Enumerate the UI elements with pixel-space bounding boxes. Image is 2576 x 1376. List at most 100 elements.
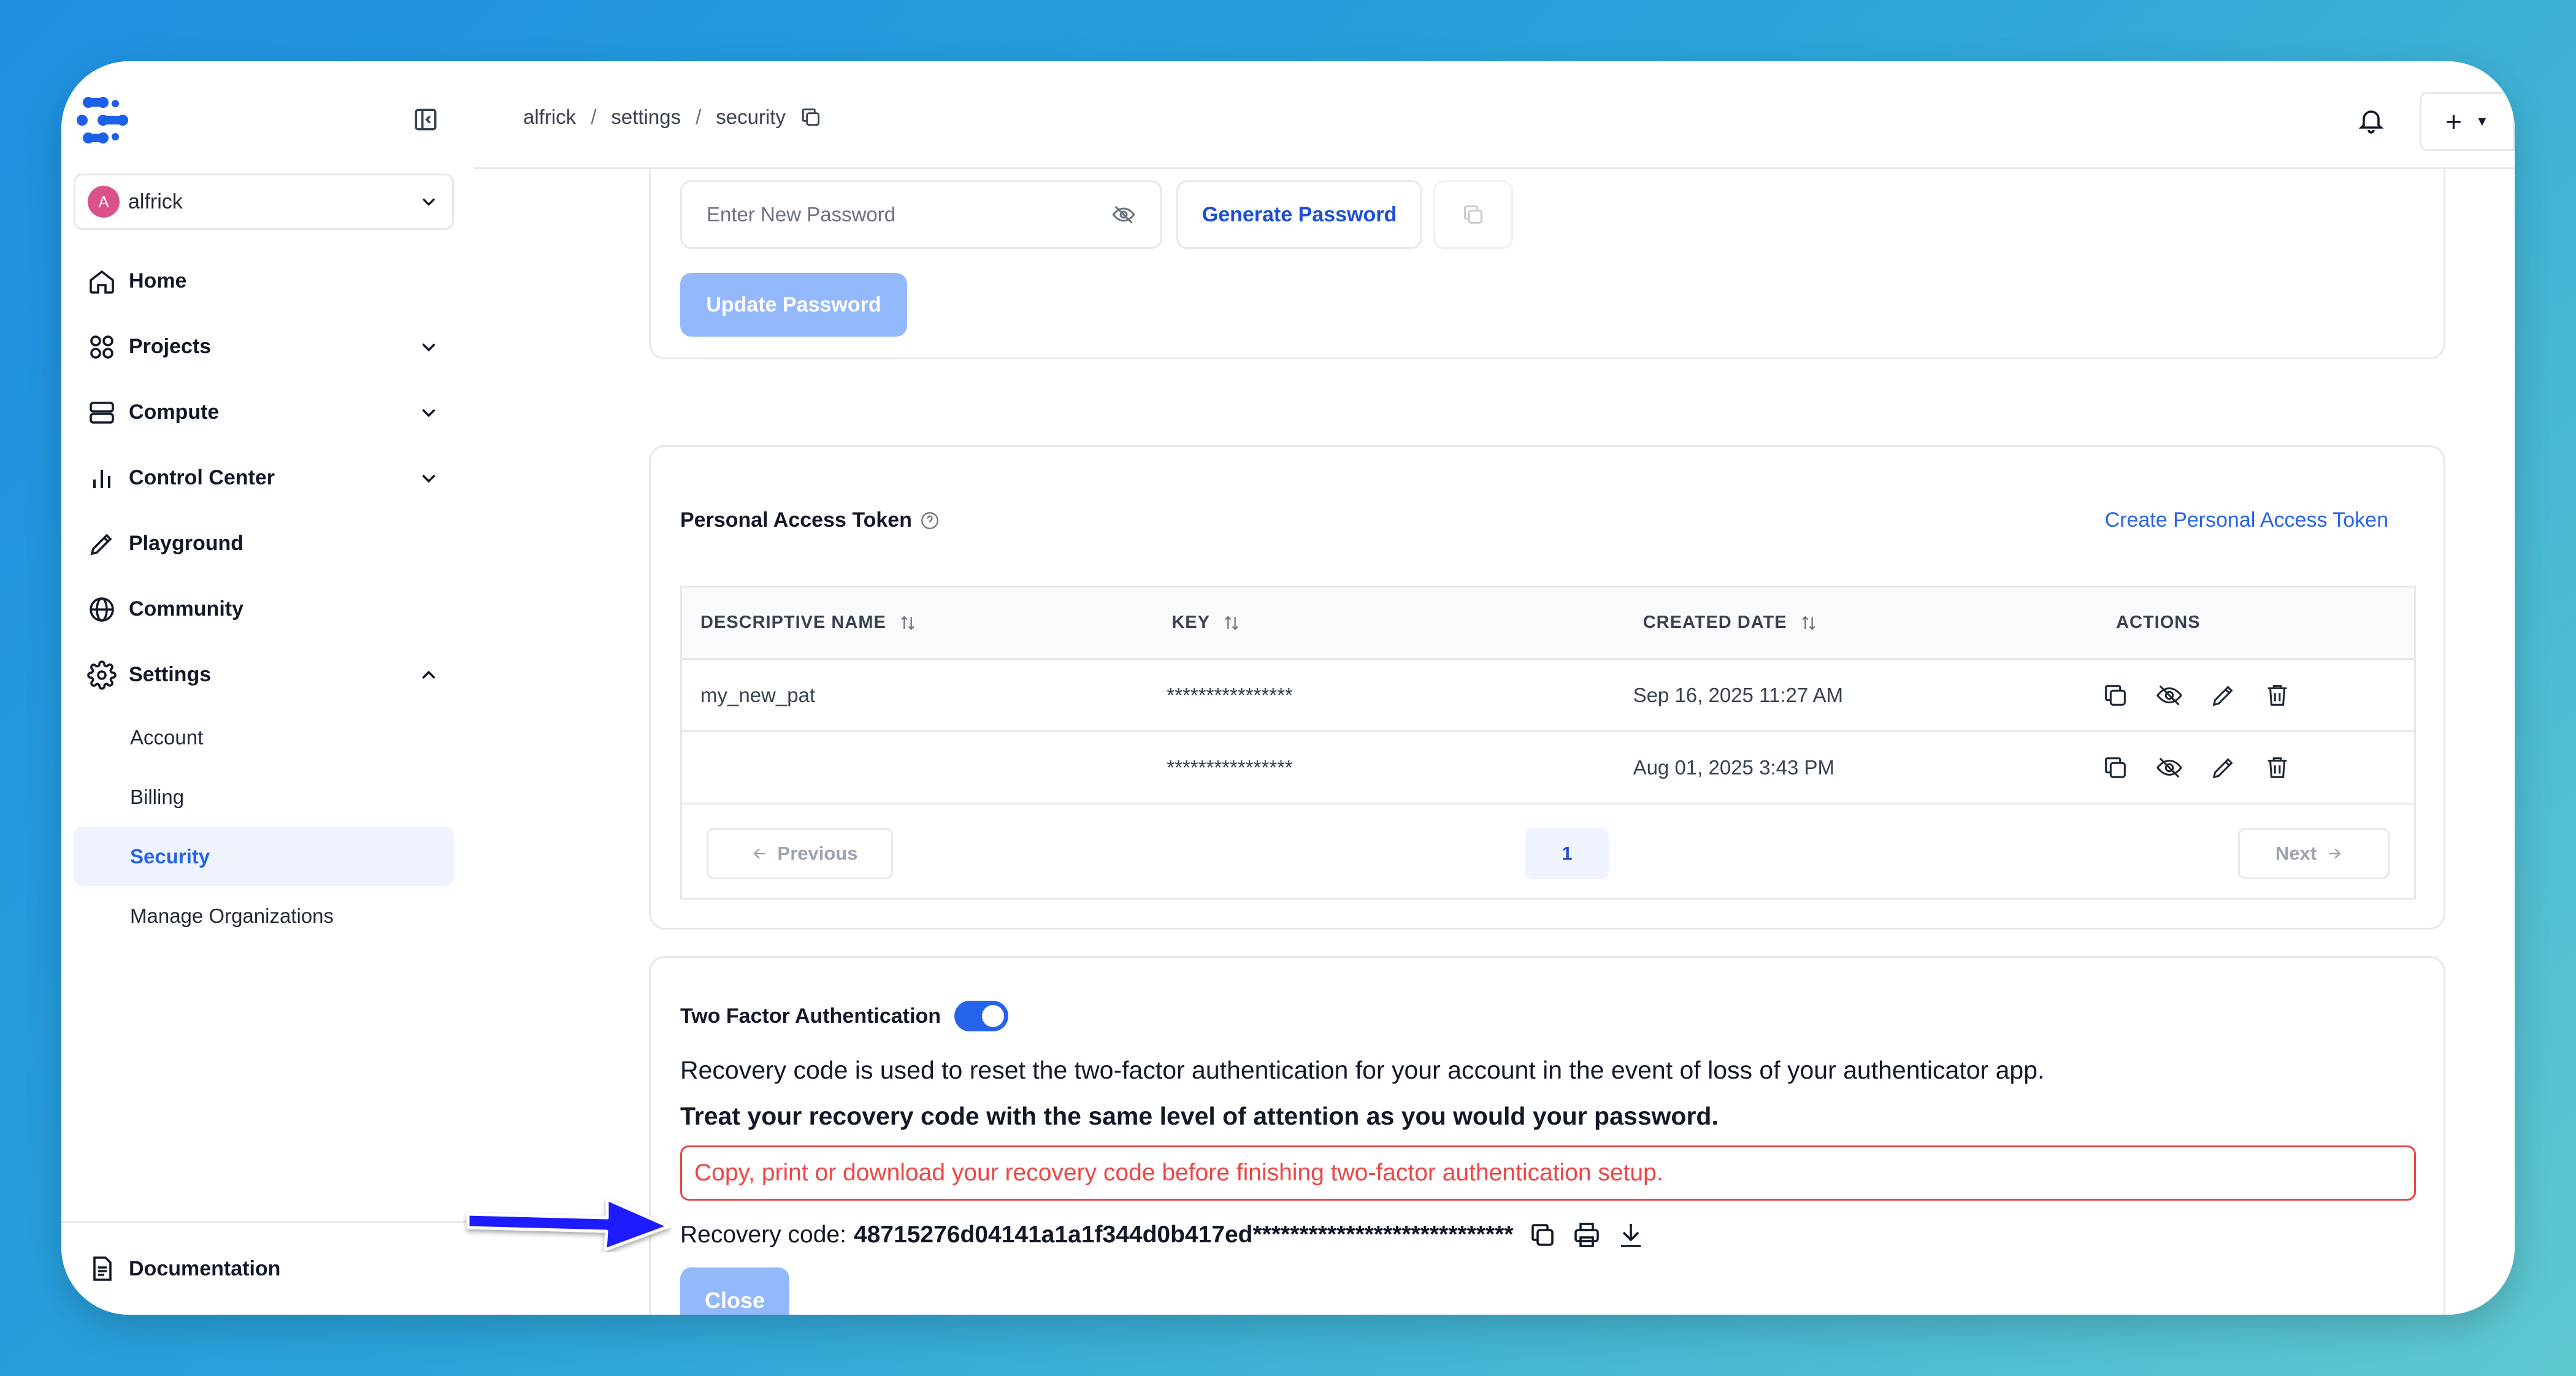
sidebar-item-settings[interactable]: Settings xyxy=(74,642,454,708)
page-number-button[interactable]: 1 xyxy=(1525,828,1609,879)
recovery-code-row: Recovery code: 48715276d04141a1a1f344d0b… xyxy=(680,1220,1646,1250)
sidebar-item-manage-organizations[interactable]: Manage Organizations xyxy=(74,886,454,946)
logo-icon[interactable] xyxy=(75,95,131,145)
sidebar-item-community[interactable]: Community xyxy=(74,576,454,642)
copy-icon[interactable] xyxy=(799,105,822,129)
table-row: my_new_pat **************** Sep 16, 2025… xyxy=(682,660,2414,732)
eye-off-icon[interactable] xyxy=(2155,681,2183,709)
documentation-label: Documentation xyxy=(129,1256,281,1280)
previous-page-button[interactable]: Previous xyxy=(707,828,893,879)
breadcrumb: alfrick / settings / security xyxy=(523,105,822,129)
password-placeholder: Enter New Password xyxy=(707,203,896,226)
sidebar-item-playground[interactable]: Playground xyxy=(74,511,454,576)
collapse-sidebar-icon[interactable] xyxy=(413,107,439,132)
sidebar-item-label: Projects xyxy=(129,335,212,358)
tfa-title: Two Factor Authentication xyxy=(680,1001,1008,1031)
next-page-button[interactable]: Next xyxy=(2238,828,2390,879)
row-actions xyxy=(2083,681,2414,709)
sidebar-item-control-center[interactable]: Control Center xyxy=(74,445,454,511)
add-button[interactable]: + ▼ xyxy=(2420,92,2515,151)
sort-icon[interactable] xyxy=(1798,613,1819,633)
create-pat-link[interactable]: Create Personal Access Token xyxy=(2105,508,2388,532)
pagination: Previous 1 Next xyxy=(682,805,2414,903)
edit-icon[interactable] xyxy=(2209,754,2237,782)
document-icon xyxy=(93,1256,112,1281)
app-window: A alfrick Home Projects Compute Control … xyxy=(61,61,2515,1315)
pat-title-label: Personal Access Token xyxy=(680,508,912,532)
sidebar-item-security[interactable]: Security xyxy=(74,827,454,886)
tfa-warning: Treat your recovery code with the same l… xyxy=(680,1102,1719,1130)
sidebar-item-projects[interactable]: Projects xyxy=(74,314,454,380)
trash-icon[interactable] xyxy=(2263,754,2291,782)
sort-icon[interactable] xyxy=(897,613,918,633)
copy-icon xyxy=(1464,205,1482,224)
annotation-arrow-icon xyxy=(466,1198,670,1252)
breadcrumb-item: security xyxy=(716,105,786,128)
plus-icon: + xyxy=(2445,105,2463,137)
personal-access-token-card: Personal Access Token Create Personal Ac… xyxy=(649,445,2445,930)
edit-icon[interactable] xyxy=(2209,681,2237,709)
server-icon xyxy=(90,401,114,424)
arrow-left-icon xyxy=(753,848,765,859)
sidebar-item-label: Control Center xyxy=(129,466,275,489)
close-button[interactable]: Close xyxy=(680,1267,789,1315)
sidebar-item-label: Compute xyxy=(129,400,220,424)
column-header-actions: ACTIONS xyxy=(2098,613,2414,633)
token-created-date: Sep 16, 2025 11:27 AM xyxy=(1633,683,1844,706)
organization-name: alfrick xyxy=(128,189,183,213)
sidebar-item-documentation[interactable]: Documentation xyxy=(61,1221,472,1315)
recovery-code-value: 48715276d04141a1a1f344d0b417ed**********… xyxy=(853,1221,1514,1248)
sidebar-item-compute[interactable]: Compute xyxy=(74,380,454,445)
topbar: alfrick / settings / security + ▼ xyxy=(474,61,2515,169)
chevron-down-icon xyxy=(422,343,435,351)
home-icon xyxy=(90,270,114,294)
eye-off-icon[interactable] xyxy=(2155,754,2183,782)
sidebar-item-billing[interactable]: Billing xyxy=(74,767,454,827)
trash-icon[interactable] xyxy=(2263,681,2291,709)
tfa-alert: Copy, print or download your recovery co… xyxy=(680,1145,2416,1201)
grid-icon xyxy=(90,335,113,359)
caret-down-icon: ▼ xyxy=(2475,113,2489,129)
main-content: Enter New Password Generate Password Upd… xyxy=(474,169,2515,1315)
column-label: KEY xyxy=(1171,613,1210,632)
column-header-key[interactable]: KEY xyxy=(1153,613,1624,633)
gear-icon xyxy=(87,660,117,690)
printer-icon[interactable] xyxy=(1572,1220,1601,1250)
chevron-down-icon xyxy=(422,198,435,206)
organization-select[interactable]: A alfrick xyxy=(74,174,454,230)
bell-icon[interactable] xyxy=(2356,105,2386,135)
password-card: Enter New Password Generate Password Upd… xyxy=(649,169,2445,359)
tfa-title-label: Two Factor Authentication xyxy=(680,1004,941,1028)
tfa-toggle[interactable] xyxy=(954,1001,1008,1031)
sidebar-nav: Home Projects Compute Control Center Pla… xyxy=(74,248,454,946)
copy-icon[interactable] xyxy=(2101,754,2129,782)
sort-icon[interactable] xyxy=(1221,613,1242,633)
help-circle-icon[interactable] xyxy=(919,510,940,531)
globe-icon xyxy=(90,597,114,622)
copy-icon[interactable] xyxy=(2101,681,2129,709)
eye-off-icon[interactable] xyxy=(1111,202,1136,227)
sidebar-item-home[interactable]: Home xyxy=(74,248,454,314)
breadcrumb-item[interactable]: alfrick xyxy=(523,105,576,129)
tfa-alert-text: Copy, print or download your recovery co… xyxy=(694,1160,1663,1186)
chevron-up-icon xyxy=(422,670,435,679)
column-header-created-date[interactable]: CREATED DATE xyxy=(1625,613,2098,633)
next-label: Next xyxy=(2275,843,2317,864)
sidebar-item-label: Home xyxy=(129,269,187,292)
chevron-down-icon xyxy=(422,474,435,483)
table-header: DESCRIPTIVE NAME KEY CREATED DATE ACTION… xyxy=(682,587,2414,660)
copy-password-button[interactable] xyxy=(1433,180,1513,249)
column-label: ACTIONS xyxy=(2116,613,2201,632)
breadcrumb-item[interactable]: settings xyxy=(611,105,681,129)
new-password-field[interactable]: Enter New Password xyxy=(680,180,1162,249)
download-icon[interactable] xyxy=(1616,1220,1646,1250)
pencil-icon xyxy=(90,533,112,555)
update-password-button[interactable]: Update Password xyxy=(680,273,907,337)
sidebar-item-account[interactable]: Account xyxy=(74,708,454,767)
copy-icon[interactable] xyxy=(1528,1220,1557,1250)
column-header-name[interactable]: DESCRIPTIVE NAME xyxy=(682,613,1153,633)
sidebar-item-label: Playground xyxy=(129,532,244,555)
pat-table: DESCRIPTIVE NAME KEY CREATED DATE ACTION… xyxy=(680,586,2416,900)
generate-password-button[interactable]: Generate Password xyxy=(1176,180,1422,249)
sidebar: A alfrick Home Projects Compute Control … xyxy=(61,61,476,1315)
